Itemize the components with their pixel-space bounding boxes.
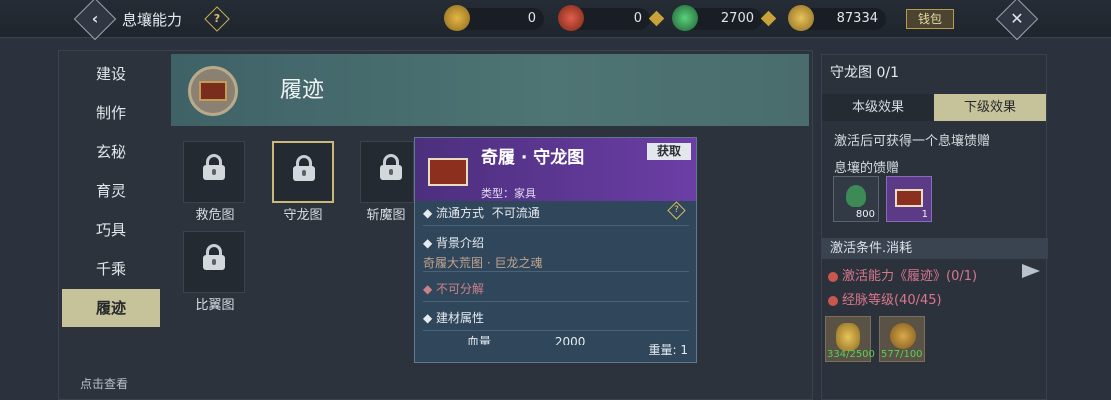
lock-icon [380,154,402,180]
effect-description: 激活后可获得一个息壤馈赠 [834,134,991,149]
condition-item: 经脉等级(40/45) [828,289,942,308]
weight-text: 重量: 1 [648,343,689,357]
sidebar-item-chariot[interactable]: 千乘 [62,250,160,288]
item-slot-shoulong[interactable] [272,141,334,203]
no-split-label: 不可分解 [436,282,485,296]
flow-value: 不可流通 [491,206,540,220]
attr-value: 2000 [554,335,586,345]
resource-value: 0 [527,11,536,26]
help-icon[interactable]: ? [667,201,686,220]
add-icon[interactable] [760,10,777,27]
gold-leaf-icon [788,5,814,31]
add-icon[interactable] [648,10,665,27]
sidebar-item-craft[interactable]: 制作 [62,94,160,132]
category-banner [171,54,809,126]
condition-icon [828,271,838,282]
detail-title: 守龙图 0/1 [830,65,899,81]
wallet-button[interactable]: 钱包 [906,9,954,29]
sidebar-item-traces[interactable]: 履迹 [62,289,160,327]
jade-dragon-icon [672,5,698,31]
gold-coin-material-icon [890,323,916,349]
back-button[interactable]: ‹ [73,0,117,41]
page-title: 息壤能力 [122,11,183,29]
painting-item-icon [895,189,923,207]
reward-count: 800 [855,209,875,220]
tab-next-effect[interactable]: 下级效果 [934,94,1046,121]
condition-text: 经脉等级(40/45) [842,293,942,308]
resource-red-orb: 0 [558,5,665,31]
jade-item-icon [846,185,866,207]
sidebar: 建设 制作 玄秘 育灵 巧具 千乘 履迹 [62,55,160,328]
item-label: 守龙图 [283,208,323,223]
painting-item-icon [428,158,468,186]
item-tooltip: 奇履 · 守龙图 获取 类型：家具 ◆ 流通方式 不可流通 ? ◆ 背景介绍 奇… [414,137,697,363]
red-orb-icon [558,5,584,31]
resource-jade: 2700 [672,5,777,31]
tooltip-type: 类型：家具 [481,187,536,200]
resource-value: 87334 [836,11,878,26]
lock-icon [203,154,225,180]
item-label: 斩魔图 [366,208,406,223]
background-label: 背景介绍 [436,236,485,250]
reward-slot[interactable]: 800 [833,176,879,222]
help-button[interactable]: ? [204,6,230,32]
material-count: 334/2500 [827,349,875,360]
attr-row: ◆ 建材属性 [423,309,689,331]
item-label: 救危图 [195,208,235,223]
sidebar-item-nurture[interactable]: 育灵 [62,172,160,210]
category-title: 履迹 [280,78,325,103]
chevron-left-icon: ‹ [91,9,99,28]
click-to-view-hint[interactable]: 点击查看 [80,375,128,392]
material-slot[interactable]: 334/2500 [825,316,875,362]
item-label: 比翼图 [195,298,235,313]
close-icon: ✕ [1010,9,1024,28]
attr-label: 建材属性 [436,311,485,325]
resource-value: 2700 [720,11,754,26]
condition-item: 激活能力《履迹》(0/1) [828,265,977,284]
item-slot-zhanmo[interactable] [360,141,414,203]
question-icon: ? [213,12,221,25]
sidebar-item-build[interactable]: 建设 [62,55,160,93]
background-row: ◆ 背景介绍 奇履大荒图 · 巨龙之魂 [423,234,689,272]
sidebar-item-tools[interactable]: 巧具 [62,211,160,249]
gold-leaf-material-icon [836,323,860,351]
resource-gold-coin: 0 [444,5,544,31]
lock-icon [203,244,225,270]
attr-name: 血量 [467,335,492,345]
send-icon[interactable] [1022,264,1040,278]
gold-coin-icon [444,5,470,31]
condition-text: 激活能力《履迹》(0/1) [842,269,978,284]
get-button[interactable]: 获取 [647,143,691,160]
resource-value: 0 [633,11,642,26]
material-slot[interactable]: 577/100 [879,316,925,362]
tooltip-title: 奇履 · 守龙图 [481,148,585,168]
resource-gold-leaf: 87334 [788,5,886,31]
tab-current-effect[interactable]: 本级效果 [822,94,934,121]
background-value: 奇履大荒图 · 巨龙之魂 [423,256,543,270]
no-split-row: ◆ 不可分解 [423,280,689,302]
category-emblem-icon [188,66,238,116]
item-slot-biyi[interactable] [183,231,245,293]
reward-count: 1 [921,209,928,220]
lock-icon [293,155,315,181]
top-bar: ‹ 息壤能力 ? 0 0 2700 87334 钱包 ✕ [0,0,1111,41]
flow-label: 流通方式 [436,206,485,220]
gift-label: 息壤的馈赠 [834,161,900,176]
condition-icon [828,295,838,306]
close-button[interactable]: ✕ [995,0,1039,41]
flow-row: ◆ 流通方式 不可流通 ? [423,201,689,226]
reward-slot[interactable]: 1 [886,176,932,222]
condition-section-title: 激活条件.消耗 [822,238,1048,259]
material-count: 577/100 [881,349,923,360]
sidebar-item-mystic[interactable]: 玄秘 [62,133,160,171]
item-slot-jiuwei[interactable] [183,141,245,203]
